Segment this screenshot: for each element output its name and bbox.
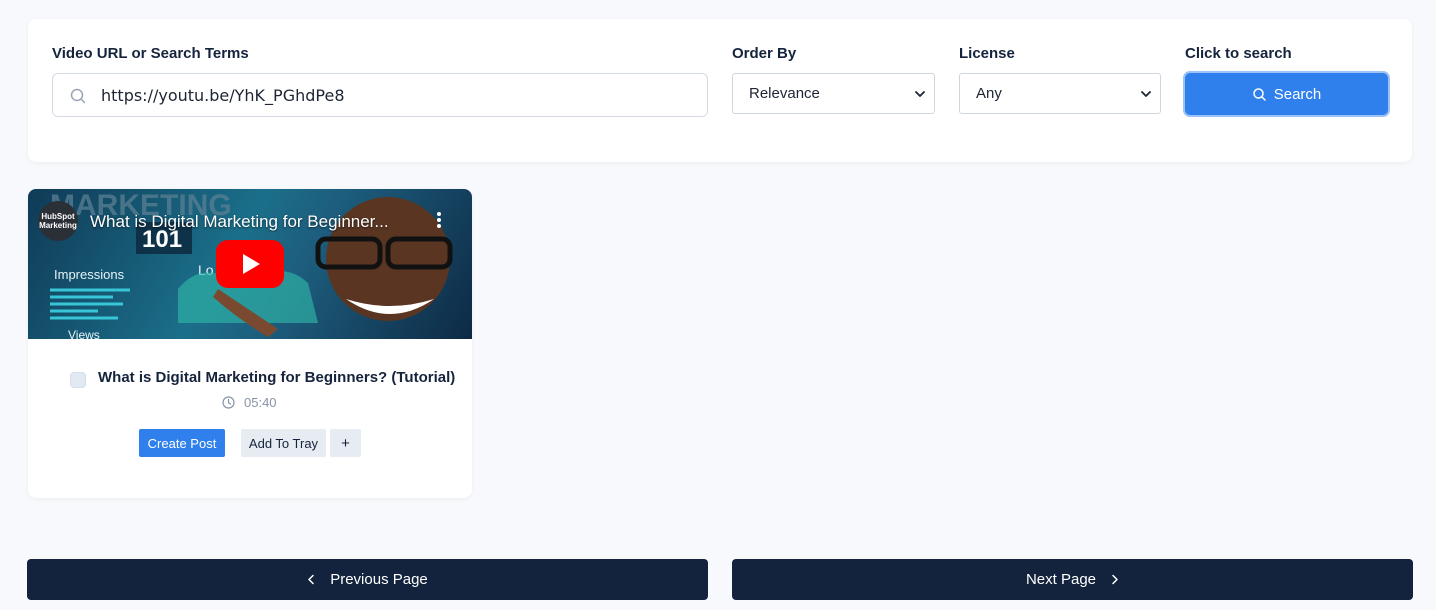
video-thumbnail[interactable]: MARKETING 101 Impressions Lo Views HubSp… bbox=[28, 189, 472, 339]
clock-icon bbox=[222, 396, 235, 409]
video-title: What is Digital Marketing for Beginners?… bbox=[98, 369, 456, 386]
license-label: License bbox=[959, 45, 1015, 62]
thumbnail-metric-views: Views bbox=[68, 328, 100, 339]
url-field-label: Video URL or Search Terms bbox=[52, 45, 249, 62]
duration-text: 05:40 bbox=[244, 395, 277, 410]
chevron-left-icon bbox=[308, 574, 314, 585]
select-video-checkbox[interactable] bbox=[70, 372, 86, 388]
license-value: Any bbox=[976, 85, 1002, 102]
previous-page-button[interactable]: Previous Page bbox=[27, 559, 708, 600]
search-panel: Video URL or Search Terms Order By Relev… bbox=[28, 19, 1412, 162]
search-icon bbox=[1252, 87, 1266, 101]
previous-page-label: Previous Page bbox=[330, 571, 428, 588]
order-by-label: Order By bbox=[732, 45, 797, 62]
search-icon bbox=[70, 88, 86, 104]
add-to-tray-button[interactable]: Add To Tray bbox=[241, 429, 326, 457]
next-page-button[interactable]: Next Page bbox=[732, 559, 1413, 600]
url-search-input[interactable] bbox=[101, 74, 701, 116]
create-post-button[interactable]: Create Post bbox=[139, 429, 225, 457]
chevron-down-icon bbox=[1141, 91, 1151, 97]
video-card: MARKETING 101 Impressions Lo Views HubSp… bbox=[28, 189, 472, 498]
url-input-wrapper[interactable] bbox=[52, 73, 708, 117]
search-button-label: Search bbox=[1273, 85, 1322, 103]
kebab-icon[interactable] bbox=[436, 211, 442, 229]
thumbnail-overlay-title: What is Digital Marketing for Beginner..… bbox=[90, 212, 389, 231]
order-by-select[interactable]: Relevance bbox=[732, 73, 935, 114]
thumbnail-bars bbox=[50, 288, 130, 320]
play-icon[interactable] bbox=[216, 240, 284, 288]
next-page-label: Next Page bbox=[1025, 571, 1097, 588]
search-label: Click to search bbox=[1185, 45, 1292, 62]
channel-name: HubSpot Marketing bbox=[39, 212, 77, 230]
chevron-down-icon bbox=[915, 91, 925, 97]
more-options-button[interactable]: + bbox=[330, 429, 361, 457]
channel-avatar[interactable]: HubSpot Marketing bbox=[38, 201, 78, 241]
search-button[interactable]: Search bbox=[1185, 73, 1388, 115]
license-select[interactable]: Any bbox=[959, 73, 1161, 114]
thumbnail-metric-impressions: Impressions bbox=[54, 267, 125, 282]
video-duration: 05:40 bbox=[222, 395, 277, 410]
order-by-value: Relevance bbox=[749, 85, 820, 102]
chevron-right-icon bbox=[1112, 574, 1118, 585]
